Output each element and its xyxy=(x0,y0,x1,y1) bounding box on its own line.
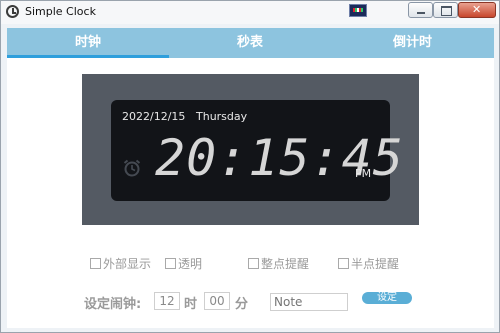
external-display-option[interactable]: 外部显示 xyxy=(90,255,151,271)
close-button[interactable] xyxy=(458,2,496,18)
set-alarm-button[interactable]: 设定 xyxy=(362,292,412,304)
external-display-label: 外部显示 xyxy=(103,256,152,271)
tab-stopwatch[interactable]: 秒表 xyxy=(169,28,331,58)
half-hour-reminder-option[interactable]: 半点提醒 xyxy=(338,255,399,271)
hour-unit-label: 时 xyxy=(184,297,198,312)
minute-unit-label: 分 xyxy=(235,297,249,312)
weekday-label: Thursday xyxy=(196,110,248,123)
transparent-checkbox[interactable] xyxy=(165,257,176,269)
title-bar: Simple Clock xyxy=(1,1,499,24)
date-label: 2022/12/15 xyxy=(122,110,186,123)
alarm-note-input[interactable] xyxy=(270,293,348,311)
half-hour-reminder-label: 半点提醒 xyxy=(351,256,400,271)
hourly-reminder-checkbox[interactable] xyxy=(248,257,259,269)
minimize-button[interactable] xyxy=(408,2,433,18)
alarm-hour-input[interactable] xyxy=(154,292,180,310)
external-display-checkbox[interactable] xyxy=(90,257,101,269)
transparent-option[interactable]: 透明 xyxy=(165,255,202,271)
ampm-label: PM xyxy=(355,167,372,180)
hourly-reminder-option[interactable]: 整点提醒 xyxy=(248,255,309,271)
hourly-reminder-label: 整点提醒 xyxy=(261,256,310,271)
half-hour-reminder-checkbox[interactable] xyxy=(338,257,349,269)
tab-bar: 时钟 秒表 倒计时 xyxy=(7,28,494,58)
clock-app-icon xyxy=(6,5,19,18)
maximize-button[interactable] xyxy=(433,2,458,18)
set-alarm-label: 设定闹钟: xyxy=(84,297,142,312)
alarm-clock-icon xyxy=(123,159,141,177)
tab-countdown[interactable]: 倒计时 xyxy=(331,28,494,58)
window-title: Simple Clock xyxy=(25,5,96,18)
monitor-icon[interactable] xyxy=(349,4,367,17)
transparent-label: 透明 xyxy=(178,256,203,271)
alarm-minute-input[interactable] xyxy=(204,292,230,310)
tab-clock[interactable]: 时钟 xyxy=(7,28,169,58)
